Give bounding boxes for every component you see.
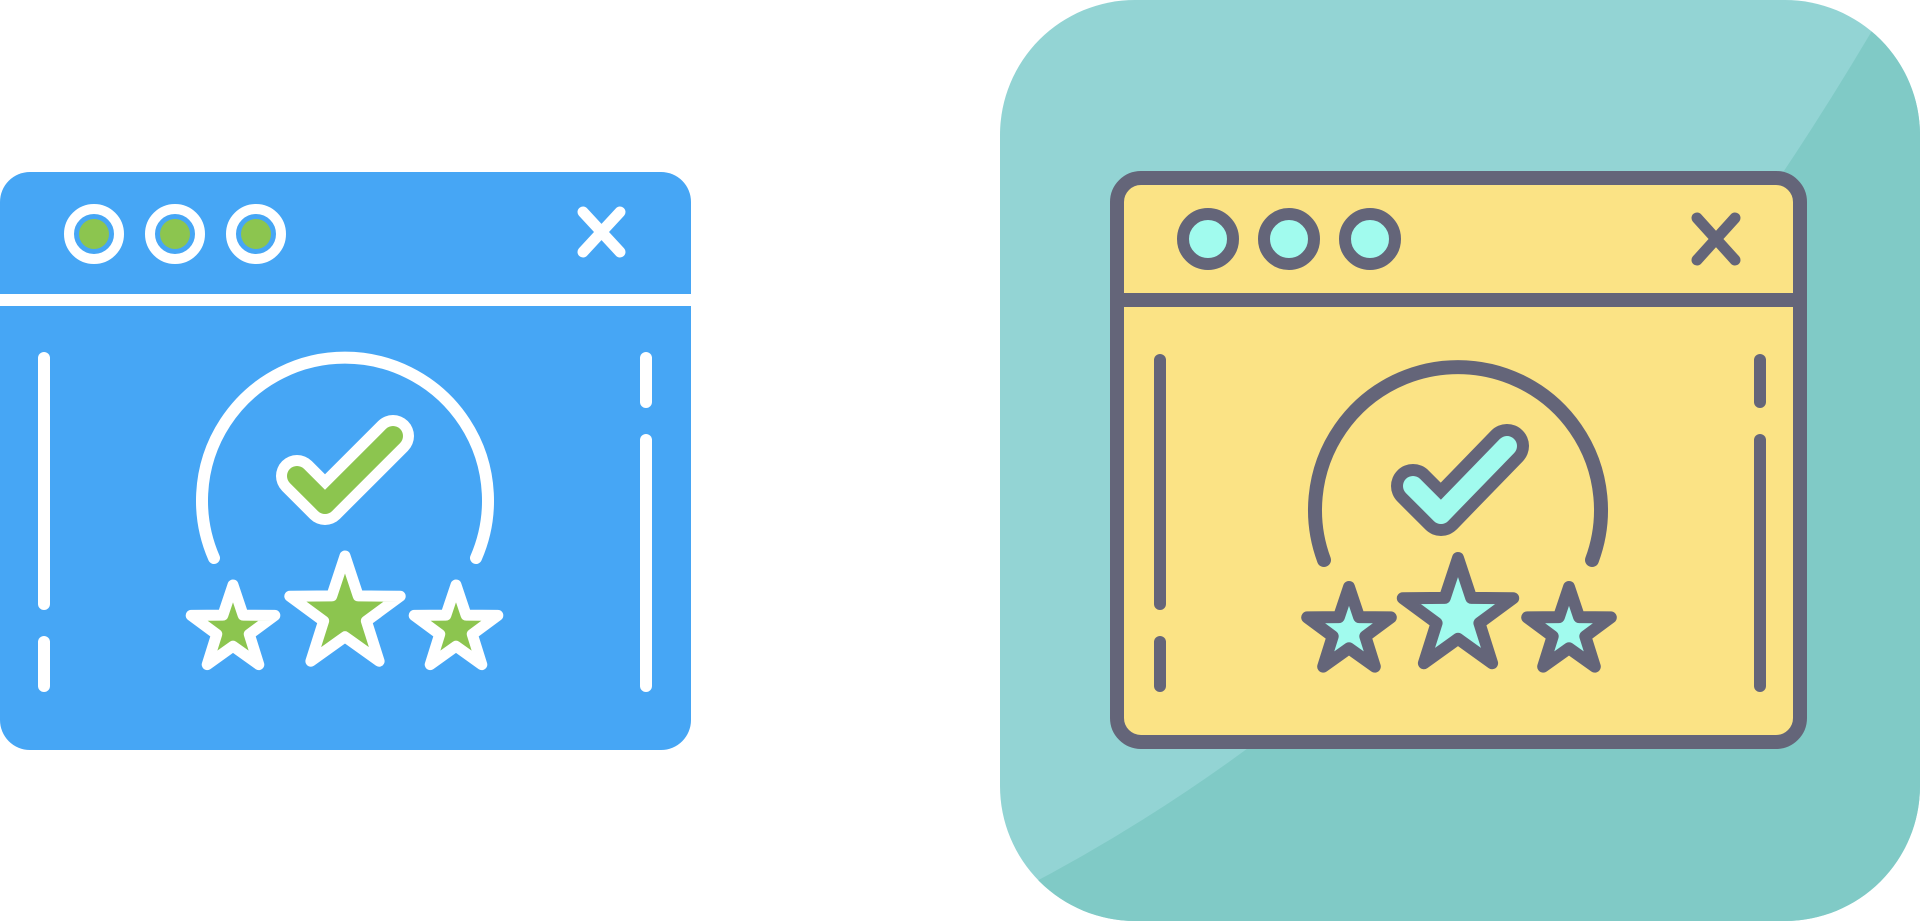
title-bar-divider — [0, 294, 691, 306]
icon-showcase — [0, 0, 1920, 921]
window-dot-icon — [1339, 208, 1401, 270]
window-dot-fill — [79, 219, 109, 249]
window-dot-fill — [160, 219, 190, 249]
browser-rating-icon-lineal-color — [1000, 0, 1920, 921]
window-dot-fill — [241, 219, 271, 249]
window-dot-icon — [1258, 208, 1320, 270]
browser-rating-icon-flat-blue — [0, 172, 691, 750]
window-control-dots — [1177, 208, 1401, 270]
window-dot-icon — [1177, 208, 1239, 270]
